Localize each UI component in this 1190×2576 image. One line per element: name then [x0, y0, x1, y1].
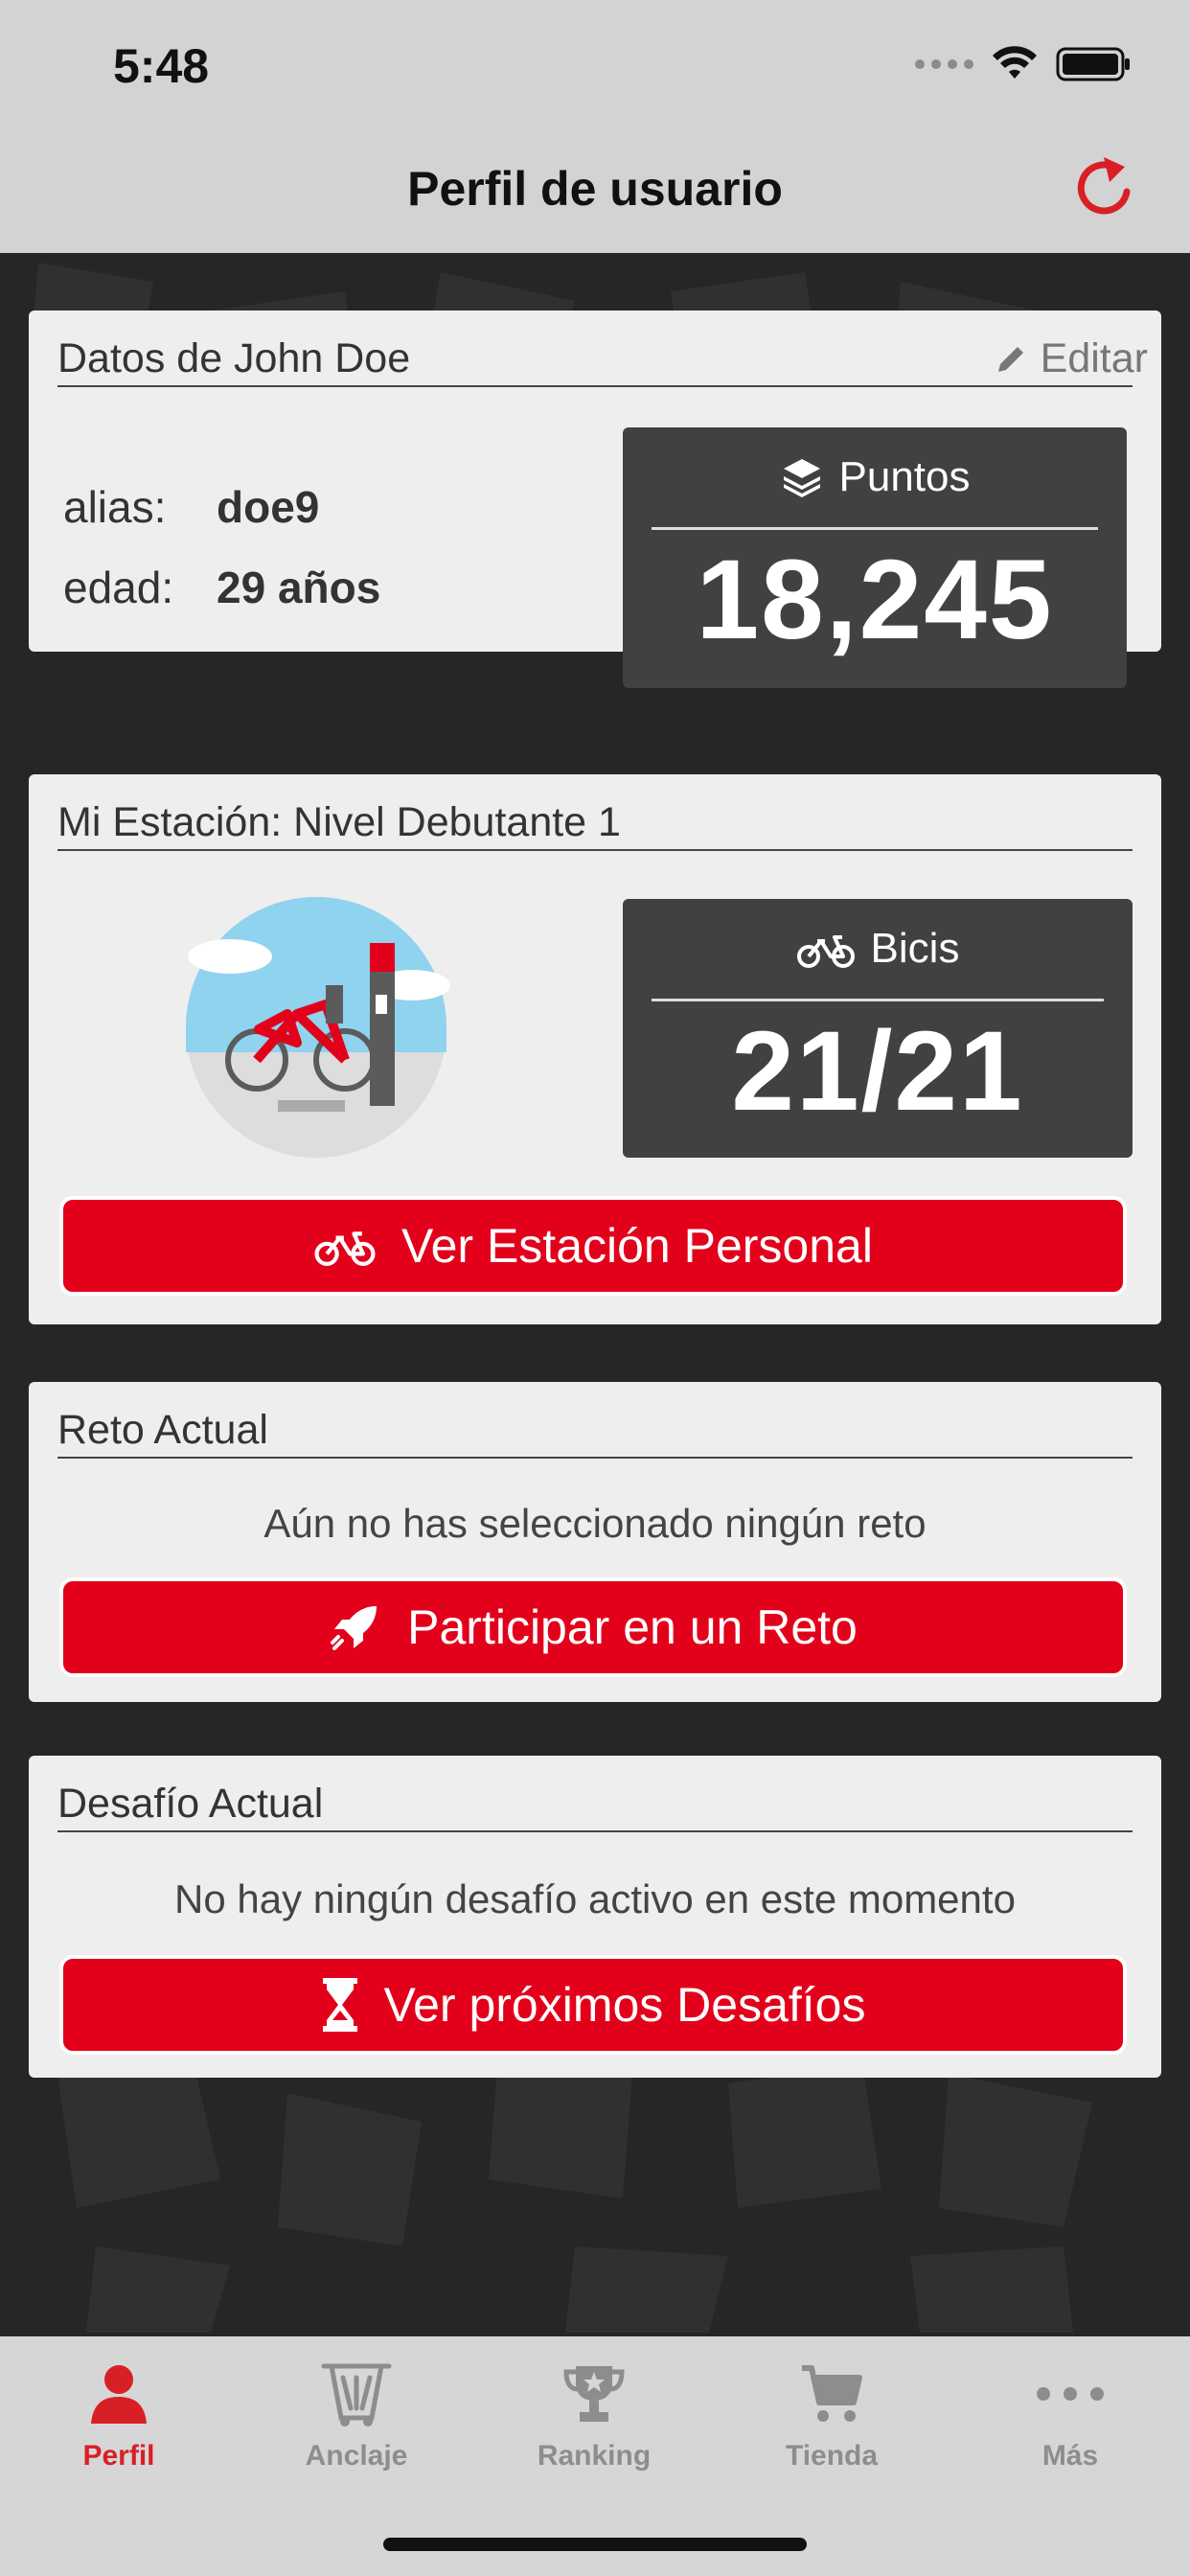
tab-ranking[interactable]: Ranking — [475, 2356, 713, 2499]
status-icons — [915, 46, 1133, 82]
status-time: 5:48 — [113, 39, 210, 93]
duel-message: No hay ningún desafío activo en este mom… — [174, 1876, 1016, 1921]
tab-perfil-label: Perfil — [82, 2440, 155, 2472]
bike-icon — [796, 935, 855, 968]
rocket-icon — [331, 1606, 378, 1650]
alias-value: doe9 — [217, 482, 320, 532]
home-indicator — [383, 2538, 807, 2551]
challenge-card-title: Reto Actual — [57, 1407, 268, 1453]
bikes-header: Bicis — [652, 899, 1104, 1001]
tab-mas-label: Más — [1041, 2440, 1099, 2472]
navigation-bar: 5:48 Perfil de usuario — [0, 0, 1190, 253]
tab-ranking-label: Ranking — [537, 2440, 652, 2472]
upcoming-duels-label: Ver próximos Desafíos — [383, 1978, 866, 2032]
upcoming-duels-button[interactable]: Ver próximos Desafíos — [59, 1955, 1127, 2055]
tab-tienda-label: Tienda — [785, 2440, 879, 2472]
tab-tienda[interactable]: Tienda — [713, 2356, 950, 2499]
page-title: Perfil de usuario — [407, 162, 783, 216]
layers-icon — [783, 459, 820, 497]
station-illustration — [186, 897, 450, 1158]
bikes-value: 21/21 — [731, 1008, 1024, 1135]
tab-anclaje-label: Anclaje — [305, 2440, 408, 2472]
station-card: Mi Estación: Nivel Debutante 1 Bicis 21/… — [29, 774, 1161, 1324]
challenge-card: Reto Actual Aún no has seleccionado ning… — [29, 1382, 1161, 1702]
pencil-icon — [997, 346, 1023, 372]
dock-icon — [238, 2356, 475, 2432]
station-card-title: Mi Estación: Nivel Debutante 1 — [57, 799, 621, 845]
join-challenge-label: Participar en un Reto — [407, 1600, 858, 1654]
join-challenge-button[interactable]: Participar en un Reto — [59, 1577, 1127, 1677]
tab-anclaje[interactable]: Anclaje — [238, 2356, 475, 2499]
wifi-icon — [993, 46, 1037, 79]
age-value: 29 años — [217, 563, 381, 612]
bikes-label: Bicis — [870, 925, 960, 972]
tab-perfil[interactable]: Perfil — [0, 2356, 238, 2499]
alias-label: alias: — [63, 482, 167, 532]
signal-icon — [915, 59, 973, 69]
view-station-label: Ver Estación Personal — [401, 1219, 873, 1273]
duel-card: Desafío Actual No hay ningún desafío act… — [29, 1756, 1161, 2078]
alias-row: alias: doe9 — [63, 481, 319, 533]
more-icon — [950, 2356, 1190, 2432]
challenge-message: Aún no has seleccionado ningún reto — [263, 1501, 927, 1546]
user-icon — [0, 2356, 238, 2432]
edit-button[interactable]: Editar — [995, 335, 1148, 382]
refresh-icon[interactable] — [1071, 153, 1140, 222]
cart-icon — [713, 2356, 950, 2432]
profile-content: Datos de John Doe Editar alias: doe9 eda… — [0, 253, 1190, 2336]
bikes-box: Bicis 21/21 — [623, 899, 1133, 1158]
points-header: Puntos — [652, 427, 1098, 530]
station-card-header: Mi Estación: Nivel Debutante 1 — [57, 794, 1133, 851]
edit-label: Editar — [1040, 335, 1148, 381]
duel-card-title: Desafío Actual — [57, 1781, 324, 1827]
battery-icon — [1056, 47, 1130, 81]
points-box: Puntos 18,245 — [623, 427, 1127, 688]
profile-card-title: Datos de John Doe — [57, 335, 411, 381]
tab-bar: Perfil Anclaje Ranking Tienda Más — [0, 2336, 1190, 2576]
points-label: Puntos — [838, 453, 971, 500]
trophy-icon — [475, 2356, 713, 2432]
tab-mas[interactable]: Más — [950, 2356, 1190, 2499]
points-value: 18,245 — [696, 537, 1054, 663]
hourglass-icon — [322, 1978, 357, 2032]
challenge-card-header: Reto Actual — [57, 1401, 1133, 1459]
bike-icon — [314, 1231, 376, 1266]
age-label: edad: — [63, 563, 174, 612]
view-station-button[interactable]: Ver Estación Personal — [59, 1196, 1127, 1296]
profile-card: Datos de John Doe Editar alias: doe9 eda… — [29, 310, 1161, 688]
profile-card-header: Datos de John Doe Editar — [57, 330, 1148, 387]
age-row: edad: 29 años — [63, 562, 380, 613]
duel-card-header: Desafío Actual — [57, 1775, 1133, 1832]
